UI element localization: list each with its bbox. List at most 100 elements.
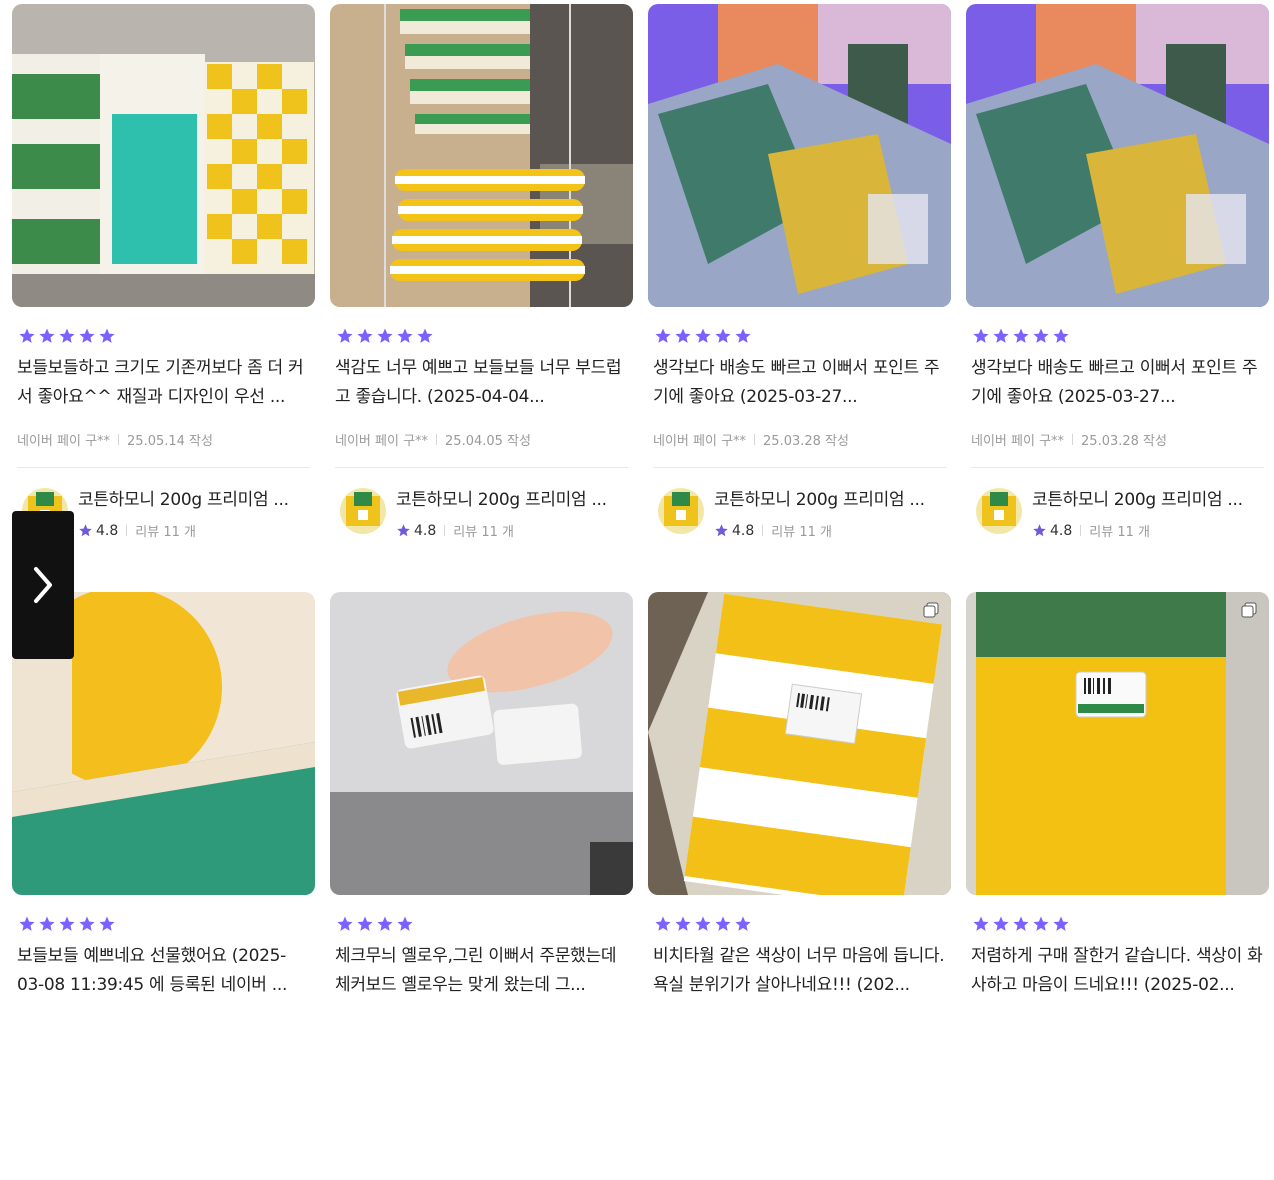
rating-stars: [972, 327, 1070, 345]
review-meta: 네이버 페이 구** 25.03.28 작성: [653, 430, 849, 449]
review-photo[interactable]: [648, 592, 951, 895]
review-text: 체크무늬 옐로우,그린 이뻐서 주문했는데 체커보드 옐로우는 맞게 왔는데 그…: [335, 946, 617, 995]
star-icon: [377, 328, 393, 343]
review-author: 네이버 페이 구**: [653, 434, 747, 449]
product-rating-value: 4.8: [96, 522, 119, 539]
review-text: 생각보다 배송도 빠르고 이뻐서 포인트 주기에 좋아요 (2025-03-27…: [971, 358, 1258, 407]
review-card[interactable]: 보들보들 예쁘네요 선물했어요 (2025-03-08 11:39:45 에 등…: [12, 592, 315, 1180]
product-link[interactable]: 코튼하모니 200g 프리미엄 ... 4.8 리뷰 11 개: [976, 488, 1268, 548]
rating-stars: [654, 327, 752, 345]
meta-divider: [762, 525, 764, 536]
multi-photo-icon: [1241, 602, 1257, 618]
product-rating-value: 4.8: [1050, 522, 1073, 539]
meta-divider: [1072, 434, 1074, 445]
product-rating: 4.8 리뷰 11 개: [396, 521, 514, 540]
review-date: 25.04.05 작성: [445, 434, 531, 449]
rating-stars: [654, 915, 752, 933]
star-icon: [1033, 524, 1046, 537]
star-icon: [1053, 328, 1069, 343]
product-rating: 4.8 리뷰 11 개: [78, 521, 196, 540]
star-icon: [397, 524, 410, 537]
star-icon: [39, 328, 55, 343]
star-icon: [1053, 916, 1069, 931]
star-icon: [99, 916, 115, 931]
review-meta: 네이버 페이 구** 25.04.05 작성: [335, 430, 531, 449]
star-icon: [1013, 916, 1029, 931]
review-date: 25.03.28 작성: [763, 434, 849, 449]
meta-divider: [126, 525, 128, 536]
product-link[interactable]: 코튼하모니 200g 프리미엄 ... 4.8 리뷰 11 개: [340, 488, 632, 548]
review-date: 25.03.28 작성: [1081, 434, 1167, 449]
star-icon: [675, 328, 691, 343]
product-name: 코튼하모니 200g 프리미엄 ...: [1032, 490, 1243, 510]
review-card[interactable]: 보들보들하고 크기도 기존꺼보다 좀 더 커서 좋아요^^ 재질과 디자인이 우…: [12, 4, 315, 592]
review-photo[interactable]: [330, 4, 633, 307]
star-icon: [973, 328, 989, 343]
product-link[interactable]: 코튼하모니 200g 프리미엄 ... 4.8 리뷰 11 개: [658, 488, 950, 548]
star-icon: [59, 916, 75, 931]
product-thumbnail: [976, 488, 1022, 534]
star-icon: [79, 328, 95, 343]
review-photo[interactable]: [648, 4, 951, 307]
star-icon: [735, 916, 751, 931]
review-text: 비치타월 같은 색상이 너무 마음에 듭니다. 욕실 분위기가 살아나네요!!!…: [653, 946, 945, 995]
star-icon: [19, 328, 35, 343]
meta-divider: [436, 434, 438, 445]
review-card[interactable]: 생각보다 배송도 빠르고 이뻐서 포인트 주기에 좋아요 (2025-03-27…: [966, 4, 1269, 592]
review-card[interactable]: 저렴하게 구매 잘한거 같습니다. 색상이 화사하고 마음이 드네요!!! (2…: [966, 592, 1269, 1180]
review-card[interactable]: 생각보다 배송도 빠르고 이뻐서 포인트 주기에 좋아요 (2025-03-27…: [648, 4, 951, 592]
product-thumbnail: [340, 488, 386, 534]
review-photo[interactable]: [12, 4, 315, 307]
star-icon: [19, 916, 35, 931]
star-icon: [735, 328, 751, 343]
rating-stars: [972, 915, 1070, 933]
review-author: 네이버 페이 구**: [17, 434, 111, 449]
product-name: 코튼하모니 200g 프리미엄 ...: [714, 490, 925, 510]
star-icon: [1013, 328, 1029, 343]
star-icon: [695, 328, 711, 343]
star-icon: [695, 916, 711, 931]
review-photo[interactable]: [966, 592, 1269, 895]
star-icon: [377, 916, 393, 931]
star-icon: [973, 916, 989, 931]
star-icon: [1033, 916, 1049, 931]
star-icon: [655, 328, 671, 343]
rating-stars: [336, 327, 434, 345]
star-icon: [337, 328, 353, 343]
review-grid: 보들보들하고 크기도 기존꺼보다 좀 더 커서 좋아요^^ 재질과 디자인이 우…: [12, 4, 1272, 1180]
star-icon: [59, 328, 75, 343]
product-name: 코튼하모니 200g 프리미엄 ...: [396, 490, 607, 510]
rating-stars: [18, 327, 116, 345]
star-icon: [99, 328, 115, 343]
rating-stars: [336, 915, 414, 933]
review-text: 보들보들 예쁘네요 선물했어요 (2025-03-08 11:39:45 에 등…: [17, 946, 288, 995]
product-review-count: 리뷰 11 개: [771, 525, 832, 540]
product-rating-value: 4.8: [732, 522, 755, 539]
card-divider: [971, 467, 1264, 468]
review-photo[interactable]: [330, 592, 633, 895]
product-name: 코튼하모니 200g 프리미엄 ...: [78, 490, 289, 510]
product-rating-value: 4.8: [414, 522, 437, 539]
review-photo[interactable]: [966, 4, 1269, 307]
star-icon: [357, 328, 373, 343]
meta-divider: [754, 434, 756, 445]
review-card[interactable]: 체크무늬 옐로우,그린 이뻐서 주문했는데 체커보드 옐로우는 맞게 왔는데 그…: [330, 592, 633, 1180]
star-icon: [993, 916, 1009, 931]
product-review-count: 리뷰 11 개: [453, 525, 514, 540]
star-icon: [397, 916, 413, 931]
star-icon: [397, 328, 413, 343]
review-text: 생각보다 배송도 빠르고 이뻐서 포인트 주기에 좋아요 (2025-03-27…: [653, 358, 940, 407]
review-card[interactable]: 색감도 너무 예쁘고 보들보들 너무 부드럽고 좋습니다. (2025-04-0…: [330, 4, 633, 592]
review-author: 네이버 페이 구**: [335, 434, 429, 449]
star-icon: [675, 916, 691, 931]
star-icon: [357, 916, 373, 931]
star-icon: [655, 916, 671, 931]
carousel-next-button[interactable]: [12, 511, 74, 659]
review-card[interactable]: 비치타월 같은 색상이 너무 마음에 듭니다. 욕실 분위기가 살아나네요!!!…: [648, 592, 951, 1180]
card-divider: [653, 467, 946, 468]
review-meta: 네이버 페이 구** 25.05.14 작성: [17, 430, 213, 449]
meta-divider: [1080, 525, 1082, 536]
review-text: 보들보들하고 크기도 기존꺼보다 좀 더 커서 좋아요^^ 재질과 디자인이 우…: [17, 358, 304, 407]
rating-stars: [18, 915, 116, 933]
review-author: 네이버 페이 구**: [971, 434, 1065, 449]
